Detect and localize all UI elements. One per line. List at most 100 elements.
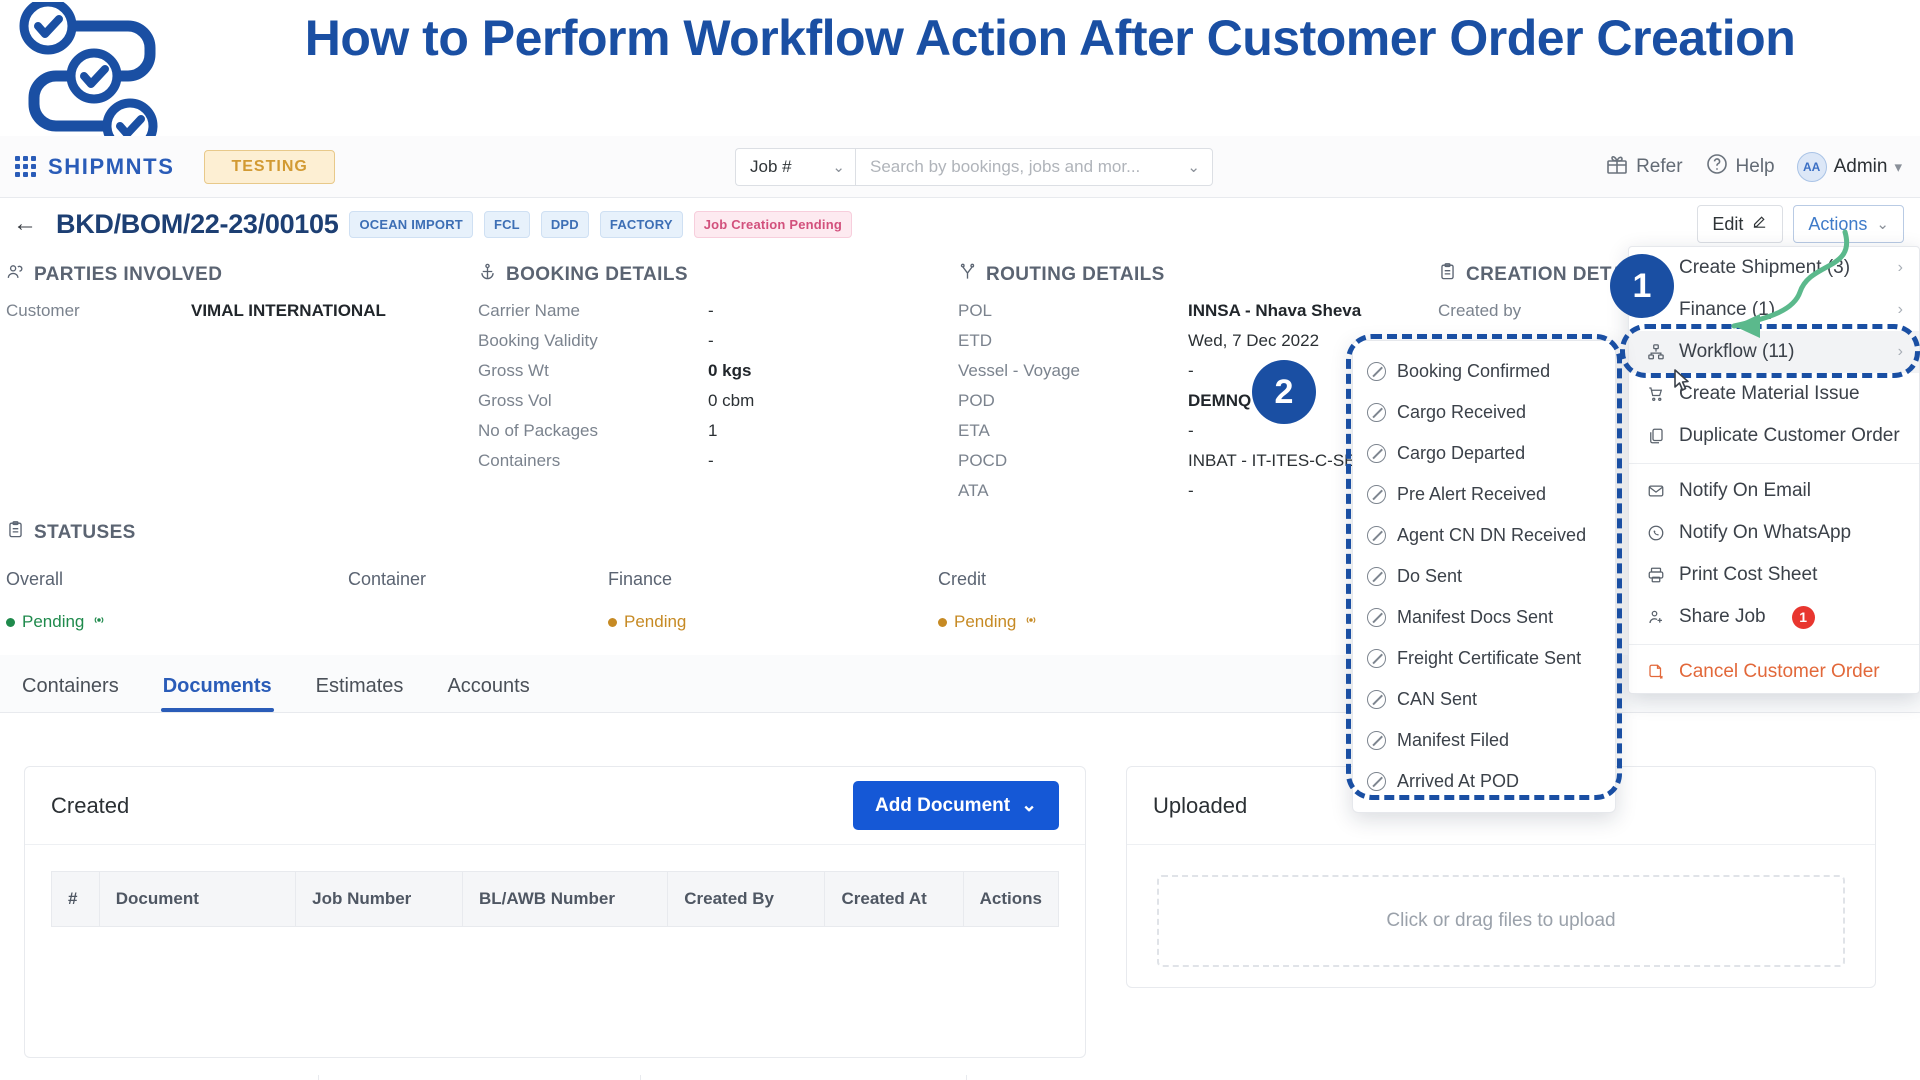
parties-heading: PARTIES INVOLVED — [34, 263, 223, 285]
field-label: Carrier Name — [478, 301, 581, 320]
global-search: Job # ⌄ Search by bookings, jobs and mor… — [735, 148, 1213, 186]
grid-apps-icon[interactable] — [12, 154, 38, 180]
refer-label: Refer — [1636, 156, 1683, 177]
tab-documents[interactable]: Documents — [141, 675, 294, 712]
field-label: Gross Wt — [478, 361, 549, 380]
menu-item-share-job[interactable]: Share Job 1 — [1629, 596, 1919, 638]
cart-icon — [1645, 385, 1667, 403]
chevron-down-icon: ⌄ — [1021, 795, 1037, 816]
field-value: 1 — [708, 421, 718, 440]
menu-item-workflow[interactable]: Workflow (11) › — [1629, 331, 1919, 373]
tab-estimates[interactable]: Estimates — [294, 675, 426, 712]
user-label: Admin — [1833, 156, 1888, 177]
menu-item-label: Notify On Email — [1679, 480, 1811, 501]
workflow-item-label: Manifest Filed — [1397, 730, 1510, 750]
tab-containers[interactable]: Containers — [0, 675, 141, 712]
status-value-row: Pending — [608, 612, 910, 632]
workflow-item-label: Do Sent — [1397, 566, 1463, 586]
col-index: # — [51, 871, 100, 927]
divider — [318, 1075, 319, 1080]
workflow-item-manifest-filed[interactable]: Manifest Filed — [1353, 720, 1615, 761]
brand-logo-text[interactable]: SHIPMNTS — [48, 154, 174, 180]
tab-accounts[interactable]: Accounts — [425, 675, 551, 712]
field-value: - — [1188, 481, 1194, 500]
environment-badge: TESTING — [204, 149, 335, 184]
workflow-item-pre-alert-received[interactable]: Pre Alert Received — [1353, 474, 1615, 515]
stamp-circle-icon — [1367, 485, 1386, 504]
created-documents-card: Created Add Document ⌄ # Document Job Nu… — [24, 766, 1086, 1058]
search-input[interactable]: Search by bookings, jobs and mor... ⌄ — [855, 148, 1213, 186]
menu-item-notify-on-email[interactable]: Notify On Email — [1629, 470, 1919, 512]
chevron-down-icon: ⌄ — [1187, 159, 1200, 176]
field-label: ETA — [958, 421, 990, 440]
booking-heading-row: BOOKING DETAILS — [478, 262, 948, 287]
workflow-item-booking-confirmed[interactable]: Booking Confirmed — [1353, 351, 1615, 392]
search-scope-value: Job # — [750, 157, 792, 176]
edit-button[interactable]: Edit — [1697, 205, 1784, 243]
stamp-circle-icon — [1367, 567, 1386, 586]
annotation-step-2: 2 — [1252, 360, 1316, 424]
workflow-item-do-sent[interactable]: Do Sent — [1353, 556, 1615, 597]
menu-item-duplicate-customer-order[interactable]: Duplicate Customer Order — [1629, 415, 1919, 457]
workflow-item-cargo-departed[interactable]: Cargo Departed — [1353, 433, 1615, 474]
refer-button[interactable]: Refer — [1605, 152, 1683, 182]
stamp-circle-icon — [1367, 690, 1386, 709]
menu-divider — [1629, 644, 1919, 645]
field-label: Customer — [6, 301, 80, 320]
uploaded-card-title: Uploaded — [1153, 792, 1248, 818]
menu-item-label: Create Material Issue — [1679, 383, 1860, 404]
status-overall: Overall Pending — [0, 569, 320, 632]
stamp-circle-icon — [1367, 444, 1386, 463]
stamp-circle-icon — [1367, 608, 1386, 627]
parties-fields: Customer VIMAL INTERNATIONAL — [6, 301, 476, 321]
routing-heading: ROUTING DETAILS — [986, 263, 1165, 285]
field-value: INNSA - Nhava Sheva — [1188, 301, 1362, 320]
field-value: - — [708, 301, 714, 320]
created-documents-table: # Document Job Number BL/AWB Number Crea… — [25, 845, 1085, 927]
workflow-item-freight-certificate-sent[interactable]: Freight Certificate Sent — [1353, 638, 1615, 679]
add-document-button[interactable]: Add Document ⌄ — [852, 781, 1059, 830]
workflow-item-manifest-docs-sent[interactable]: Manifest Docs Sent — [1353, 597, 1615, 638]
gift-icon — [1605, 152, 1629, 182]
workflow-item-agent-cn-dn-received[interactable]: Agent CN DN Received — [1353, 515, 1615, 556]
workflow-item-can-sent[interactable]: CAN Sent — [1353, 679, 1615, 720]
stamp-circle-icon — [1367, 403, 1386, 422]
share-user-icon — [1645, 608, 1667, 626]
field-row: Gross Wt 0 kgs — [478, 361, 948, 381]
workflow-item-label: Arrived At POD — [1397, 771, 1520, 791]
appbar-right-cluster: Refer Help AA Admin ▾ — [1605, 148, 1902, 186]
menu-item-notify-on-whatsapp[interactable]: Notify On WhatsApp — [1629, 512, 1919, 554]
status-finance: Finance Pending — [580, 569, 910, 632]
file-dropzone[interactable]: Click or drag files to upload — [1157, 875, 1845, 967]
workflow-checkmarks-logo — [8, 0, 178, 154]
field-row: POL INNSA - Nhava Sheva — [958, 301, 1428, 321]
field-row: No of Packages 1 — [478, 421, 948, 441]
record-number: BKD/BOM/22-23/00105 — [56, 208, 339, 239]
field-row: Carrier Name - — [478, 301, 948, 321]
stamp-circle-icon — [1367, 649, 1386, 668]
tag-fcl: FCL — [483, 210, 530, 238]
route-fork-icon — [958, 262, 977, 287]
workflow-item-label: CAN Sent — [1397, 689, 1478, 709]
arrow-left-icon[interactable]: ← — [8, 210, 42, 238]
menu-item-print-cost-sheet[interactable]: Print Cost Sheet — [1629, 554, 1919, 596]
menu-item-cancel-customer-order[interactable]: Cancel Customer Order — [1629, 651, 1919, 693]
workflow-item-cargo-received[interactable]: Cargo Received — [1353, 392, 1615, 433]
routing-heading-row: ROUTING DETAILS — [958, 262, 1428, 287]
user-menu[interactable]: AA Admin ▾ — [1796, 152, 1902, 182]
workflow-item-arrived-at-pod[interactable]: Arrived At POD — [1353, 761, 1615, 802]
envelope-icon — [1645, 482, 1667, 500]
field-value: Wed, 7 Dec 2022 — [1188, 331, 1320, 350]
cancel-doc-icon — [1645, 663, 1667, 681]
parties-heading-row: PARTIES INVOLVED — [6, 262, 476, 287]
status-container: Container — [320, 569, 580, 632]
field-label: Containers — [478, 451, 561, 470]
field-label: ETD — [958, 331, 992, 350]
status-dot — [608, 617, 617, 627]
search-scope-select[interactable]: Job # ⌄ — [735, 148, 855, 186]
menu-item-label: Cancel Customer Order — [1679, 661, 1880, 682]
page-root: How to Perform Workflow Action After Cus… — [0, 0, 1920, 1080]
col-actions: Actions — [962, 871, 1060, 927]
help-button[interactable]: Help — [1705, 152, 1775, 182]
actions-button[interactable]: Actions ⌄ — [1793, 205, 1904, 243]
